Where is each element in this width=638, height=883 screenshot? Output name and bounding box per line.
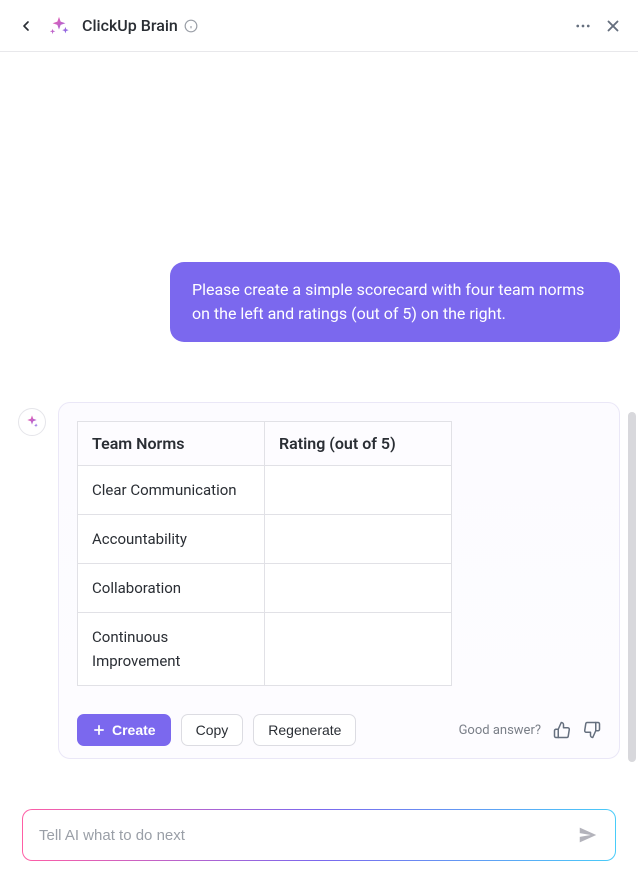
regenerate-button[interactable]: Regenerate [253, 714, 356, 746]
scrollbar[interactable] [628, 412, 636, 762]
norm-cell: Continuous Improvement [78, 613, 265, 686]
header-title-text: ClickUp Brain [82, 16, 178, 35]
header-actions [574, 17, 622, 35]
chat-body: Please create a simple scorecard with fo… [0, 52, 638, 795]
rating-cell[interactable] [265, 613, 452, 686]
close-icon [604, 17, 622, 35]
send-icon [577, 824, 599, 846]
table-row: Clear Communication [78, 466, 452, 515]
norm-cell: Collaboration [78, 564, 265, 613]
ai-card: Team Norms Rating (out of 5) Clear Commu… [58, 402, 620, 759]
chat-input[interactable] [39, 827, 567, 844]
ai-avatar [18, 408, 46, 436]
action-row: Create Copy Regenerate Good answer? [77, 714, 601, 746]
copy-label: Copy [196, 722, 229, 738]
rating-cell[interactable] [265, 466, 452, 515]
chevron-left-icon [18, 18, 34, 34]
table-row: Continuous Improvement [78, 613, 452, 686]
more-menu-button[interactable] [574, 17, 592, 35]
create-label: Create [112, 722, 156, 738]
table-row: Accountability [78, 515, 452, 564]
thumbs-up-button[interactable] [553, 721, 571, 739]
send-button[interactable] [577, 824, 599, 846]
header-title: ClickUp Brain [82, 16, 198, 35]
plus-icon [92, 723, 106, 737]
feedback-group: Good answer? [459, 721, 601, 739]
brain-icon [48, 15, 70, 37]
thumbs-down-button[interactable] [583, 721, 601, 739]
regenerate-label: Regenerate [268, 722, 341, 738]
norm-cell: Clear Communication [78, 466, 265, 515]
input-box[interactable] [22, 809, 616, 861]
sparkle-icon [24, 414, 40, 430]
table-row: Collaboration [78, 564, 452, 613]
scorecard-table: Team Norms Rating (out of 5) Clear Commu… [77, 421, 452, 686]
ellipsis-icon [574, 17, 592, 35]
header: ClickUp Brain [0, 0, 638, 52]
thumbs-down-icon [583, 721, 601, 739]
info-icon[interactable] [184, 19, 198, 33]
create-button[interactable]: Create [77, 714, 171, 746]
table-header-norms: Team Norms [78, 422, 265, 466]
ai-response-block: Team Norms Rating (out of 5) Clear Commu… [18, 402, 620, 759]
copy-button[interactable]: Copy [181, 714, 244, 746]
user-message: Please create a simple scorecard with fo… [170, 262, 620, 342]
back-button[interactable] [16, 16, 36, 36]
input-area [0, 795, 638, 883]
rating-cell[interactable] [265, 515, 452, 564]
table-header-rating: Rating (out of 5) [265, 422, 452, 466]
norm-cell: Accountability [78, 515, 265, 564]
feedback-prompt: Good answer? [459, 723, 541, 738]
close-button[interactable] [604, 17, 622, 35]
app-window: ClickUp Brain Please create a simple sco… [0, 0, 638, 883]
thumbs-up-icon [553, 721, 571, 739]
rating-cell[interactable] [265, 564, 452, 613]
